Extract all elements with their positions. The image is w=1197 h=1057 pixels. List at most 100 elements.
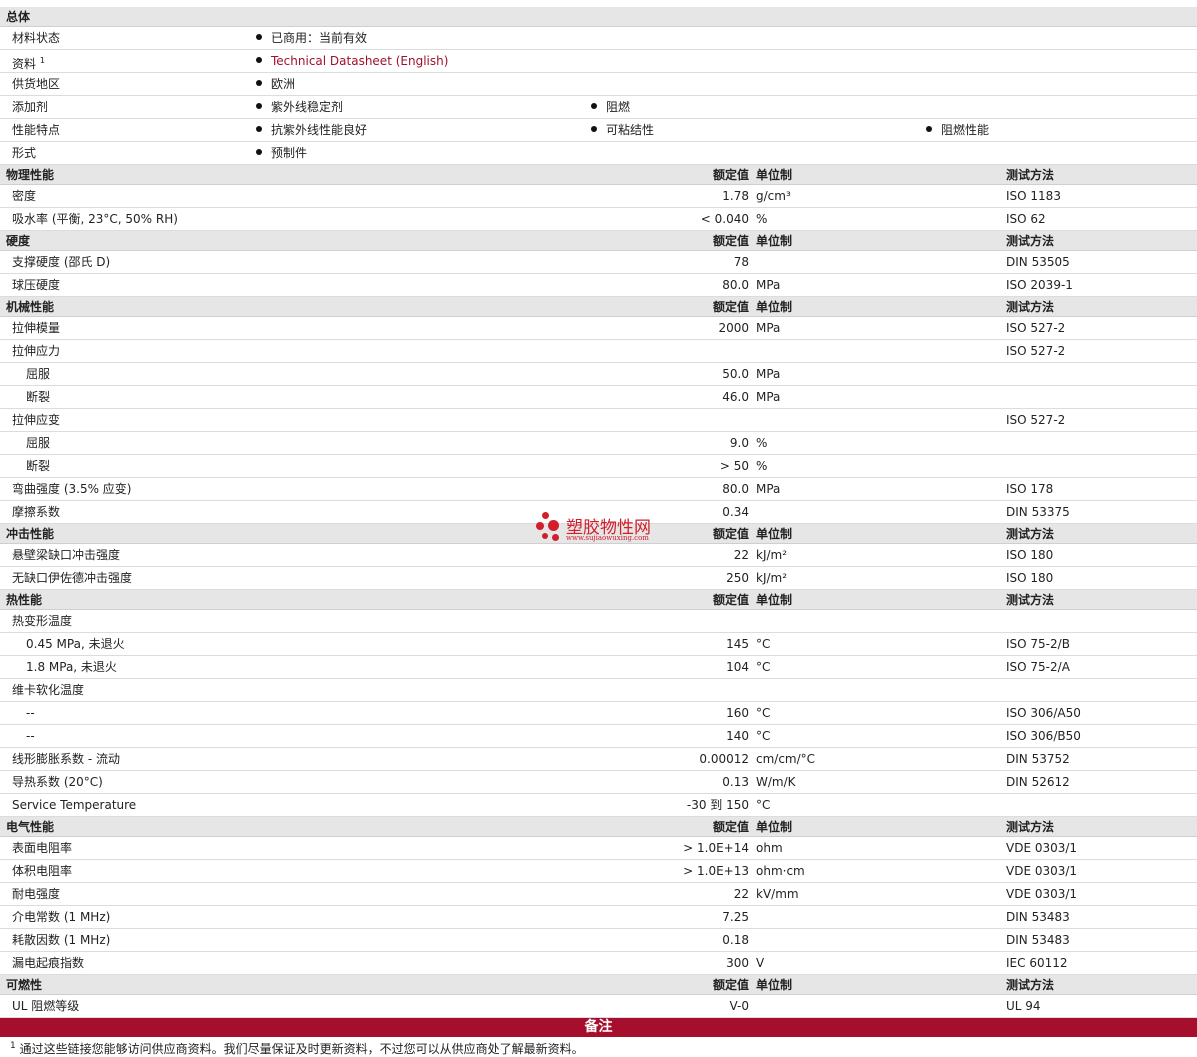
general-value: 抗紫外线性能良好: [256, 119, 367, 141]
property-value: -30 到 150: [686, 798, 749, 812]
general-value-text: 预制件: [271, 146, 308, 160]
section-header: 电气性能 额定值 单位制 测试方法: [0, 817, 1197, 837]
section-header: 物理性能 额定值 单位制 测试方法: [0, 165, 1197, 185]
test-method: ISO 178: [1006, 482, 1054, 496]
property-unit: ohm: [756, 841, 783, 855]
test-method: ISO 306/B50: [1006, 729, 1081, 743]
property-label: 表面电阻率: [12, 841, 73, 855]
property-value: 140: [726, 729, 749, 743]
property-label: 悬壁梁缺口冲击强度: [12, 548, 121, 562]
property-label: 漏电起痕指数: [12, 956, 85, 970]
section-title: 热性能: [6, 593, 43, 607]
column-header-unit: 单位制: [756, 593, 793, 607]
property-label: 供货地区: [12, 73, 60, 95]
column-header-value: 额定值: [712, 820, 749, 834]
section-title: 物理性能: [6, 168, 55, 182]
bullet-icon: [591, 103, 597, 109]
test-method: ISO 2039-1: [1006, 278, 1073, 292]
property-value: 145: [726, 637, 749, 651]
property-label: --: [26, 706, 35, 720]
property-value: 0.18: [722, 933, 749, 947]
datasheet-link[interactable]: Technical Datasheet (English): [256, 50, 448, 72]
property-label: 摩擦系数: [12, 505, 61, 519]
column-header-value: 额定值: [712, 300, 749, 314]
general-row: 添加剂 紫外线稳定剂 阻燃: [0, 96, 1197, 119]
footnote-number: 1: [10, 1041, 16, 1051]
property-unit: kJ/m²: [756, 571, 788, 585]
property-label: 耗散因数 (1 MHz): [12, 933, 111, 947]
property-row: 悬壁梁缺口冲击强度 22 kJ/m² ISO 180: [0, 544, 1197, 567]
general-value: 阻燃: [591, 96, 630, 118]
property-value: 2000: [718, 321, 749, 335]
general-row: 性能特点 抗紫外线性能良好 可粘结性 阻燃性能: [0, 119, 1197, 142]
property-row: 断裂 46.0 MPa: [0, 386, 1197, 409]
test-method: DIN 53505: [1006, 255, 1070, 269]
property-row: 漏电起痕指数 300 V IEC 60112: [0, 952, 1197, 975]
property-label: 屈服: [26, 436, 51, 450]
property-unit: MPa: [756, 390, 781, 404]
bullet-icon: [256, 149, 262, 155]
property-unit: ohm·cm: [756, 864, 805, 878]
property-row: 体积电阻率 > 1.0E+13 ohm·cm VDE 0303/1: [0, 860, 1197, 883]
test-method: ISO 180: [1006, 548, 1054, 562]
property-value: 78: [733, 255, 749, 269]
general-value-text[interactable]: Technical Datasheet (English): [271, 54, 448, 68]
property-row: 屈服 9.0%: [0, 432, 1197, 455]
property-unit: MPa: [756, 482, 781, 496]
footnote: 1 通过这些链接您能够访问供应商资料。我们尽量保证及时更新资料，不过您可以从供应…: [10, 1040, 584, 1057]
property-unit: MPa: [756, 278, 781, 292]
property-row: 拉伸应变 ISO 527-2: [0, 409, 1197, 432]
column-header-value: 额定值: [712, 168, 749, 182]
column-header-unit: 单位制: [756, 234, 793, 248]
property-label: 无缺口伊佐德冲击强度: [12, 571, 133, 585]
column-header-method: 测试方法: [1006, 978, 1055, 992]
property-value: 250: [726, 571, 749, 585]
section-title: 可燃性: [6, 978, 43, 992]
column-header-value: 额定值: [712, 234, 749, 248]
general-value-text: 阻燃: [606, 100, 631, 114]
section-title: 总体: [6, 10, 31, 24]
general-value: 阻燃性能: [926, 119, 989, 141]
general-value-text: 欧洲: [271, 77, 296, 91]
property-unit: °C: [756, 706, 771, 720]
property-value: 80.0: [722, 482, 749, 496]
property-label: 介电常数 (1 MHz): [12, 910, 111, 924]
test-method: UL 94: [1006, 999, 1041, 1013]
general-value-text: 已商用：当前有效: [271, 31, 368, 45]
property-value: 0.00012: [699, 752, 749, 766]
general-value-text: 阻燃性能: [941, 123, 990, 137]
property-unit: %: [756, 459, 768, 473]
section-header: 热性能 额定值 单位制 测试方法: [0, 590, 1197, 610]
property-label: 支撑硬度 (邵氏 D): [12, 255, 111, 269]
property-row: 维卡软化温度: [0, 679, 1197, 702]
property-row: 1.8 MPa, 未退火 104 °C ISO 75-2/A: [0, 656, 1197, 679]
property-row: 0.45 MPa, 未退火 145 °C ISO 75-2/B: [0, 633, 1197, 656]
general-value: 可粘结性: [591, 119, 654, 141]
column-header-method: 测试方法: [1006, 234, 1055, 248]
property-unit: °C: [756, 798, 771, 812]
property-label: 密度: [12, 189, 37, 203]
property-row: 断裂 > 50%: [0, 455, 1197, 478]
column-header-value: 额定值: [712, 593, 749, 607]
property-label-text: 材料状态: [12, 31, 61, 45]
property-label: 吸水率 (平衡, 23°C, 50% RH): [12, 212, 178, 226]
general-value-text: 抗紫外线性能良好: [271, 123, 368, 137]
bullet-icon: [256, 57, 262, 63]
section-title: 机械性能: [6, 300, 55, 314]
property-value: 50.0: [722, 367, 749, 381]
column-header-value: 额定值: [712, 527, 749, 541]
test-method: DIN 52612: [1006, 775, 1070, 789]
section-header: 机械性能 额定值 单位制 测试方法: [0, 297, 1197, 317]
property-label: 球压硬度: [12, 278, 61, 292]
property-unit: kJ/m²: [756, 548, 788, 562]
property-row: 弯曲强度 (3.5% 应变) 80.0 MPa ISO 178: [0, 478, 1197, 501]
property-label: 0.45 MPa, 未退火: [26, 637, 125, 651]
property-row: 介电常数 (1 MHz) 7.25 DIN 53483: [0, 906, 1197, 929]
property-label: 体积电阻率: [12, 864, 73, 878]
general-row: 材料状态 已商用：当前有效: [0, 27, 1197, 50]
test-method: ISO 75-2/A: [1006, 660, 1070, 674]
test-method: DIN 53483: [1006, 933, 1070, 947]
property-label: 断裂: [26, 390, 51, 404]
property-label: 线形膨胀系数 - 流动: [12, 752, 120, 766]
general-row: 资料 1 Technical Datasheet (English): [0, 50, 1197, 73]
